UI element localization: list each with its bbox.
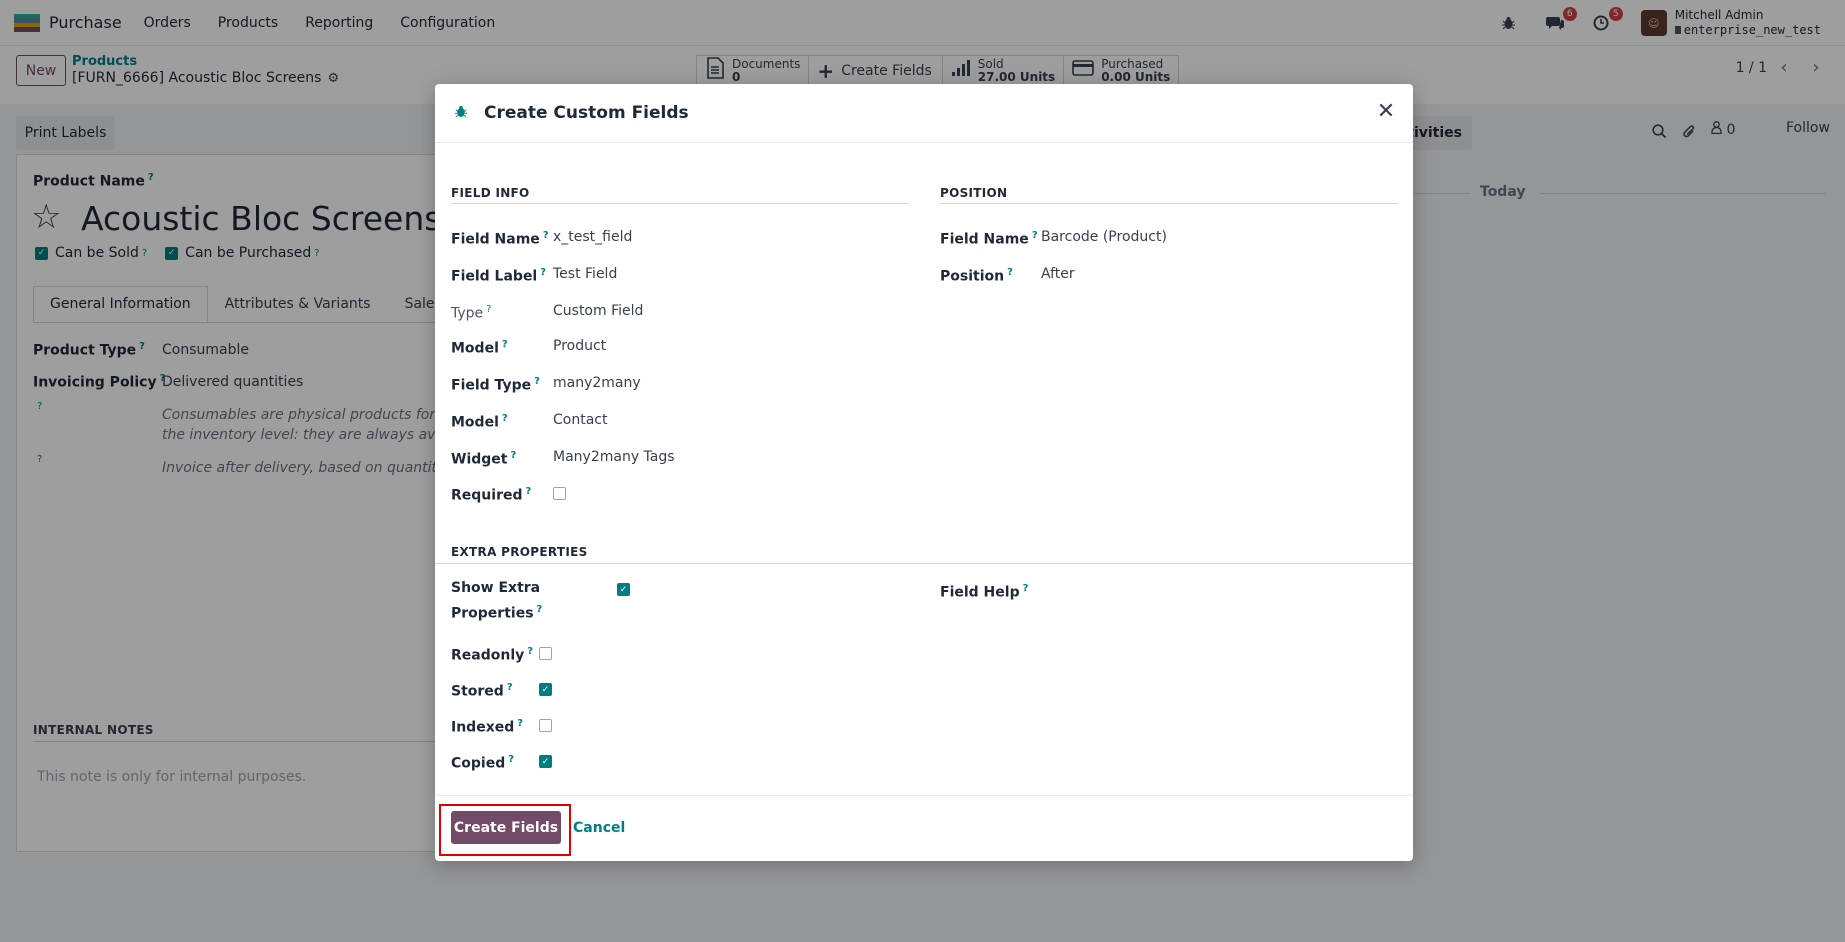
bug-icon bbox=[455, 105, 467, 122]
extra-properties-title: EXTRA PROPERTIES bbox=[451, 545, 588, 559]
required-checkbox[interactable] bbox=[553, 487, 566, 500]
show-extra-properties-label: Show Extra Properties? bbox=[451, 578, 542, 625]
help-icon[interactable]: ? bbox=[502, 413, 508, 424]
position-field-name-label-text: Field Name bbox=[940, 231, 1029, 248]
position-title: POSITION bbox=[940, 186, 1008, 200]
copied-label-text: Copied bbox=[451, 755, 506, 772]
type-value: Custom Field bbox=[553, 303, 644, 319]
field-label-label-text: Field Label bbox=[451, 268, 538, 285]
section-divider bbox=[451, 203, 909, 204]
create-fields-button[interactable]: Create Fields bbox=[451, 811, 561, 844]
field-name-label: Field Name? bbox=[451, 225, 549, 251]
close-icon[interactable]: ✕ bbox=[1373, 98, 1399, 124]
position-value[interactable]: After bbox=[1041, 266, 1075, 282]
field-type-label: Field Type? bbox=[451, 371, 540, 397]
field-help-label: Field Help? bbox=[940, 578, 1028, 604]
relation-model-label: Model? bbox=[451, 408, 508, 434]
dialog-title: Create Custom Fields bbox=[484, 103, 689, 123]
field-name-label-text: Field Name bbox=[451, 231, 540, 248]
help-icon[interactable]: ? bbox=[486, 304, 491, 315]
field-label-value[interactable]: Test Field bbox=[553, 266, 617, 282]
help-icon[interactable]: ? bbox=[540, 267, 546, 278]
relation-model-value[interactable]: Contact bbox=[553, 412, 607, 428]
position-field-name-value[interactable]: Barcode (Product) bbox=[1041, 229, 1167, 245]
create-custom-fields-dialog: Create Custom Fields ✕ FIELD INFO POSITI… bbox=[435, 84, 1413, 861]
field-info-title: FIELD INFO bbox=[451, 186, 530, 200]
field-type-label-text: Field Type bbox=[451, 377, 532, 394]
section-divider bbox=[435, 563, 1413, 564]
model-label: Model? bbox=[451, 334, 508, 360]
help-icon[interactable]: ? bbox=[543, 230, 549, 241]
widget-label: Widget? bbox=[451, 445, 516, 471]
readonly-label-text: Readonly bbox=[451, 647, 525, 664]
stored-label-text: Stored bbox=[451, 683, 504, 700]
help-icon[interactable]: ? bbox=[1023, 583, 1029, 594]
indexed-checkbox[interactable] bbox=[539, 719, 552, 732]
copied-label: Copied? bbox=[451, 749, 514, 775]
indexed-label: Indexed? bbox=[451, 713, 523, 739]
field-type-value[interactable]: many2many bbox=[553, 375, 641, 391]
position-label-text: Position bbox=[940, 268, 1005, 285]
type-label: Type? bbox=[451, 299, 491, 325]
widget-label-text: Widget bbox=[451, 451, 508, 468]
section-divider bbox=[940, 203, 1398, 204]
help-icon[interactable]: ? bbox=[534, 376, 540, 387]
position-field-name-label: Field Name? bbox=[940, 225, 1038, 251]
widget-value[interactable]: Many2many Tags bbox=[553, 449, 675, 465]
help-icon[interactable]: ? bbox=[502, 339, 508, 350]
help-icon[interactable]: ? bbox=[1032, 230, 1038, 241]
stored-label: Stored? bbox=[451, 677, 513, 703]
required-label: Required? bbox=[451, 481, 531, 507]
cancel-button[interactable]: Cancel bbox=[573, 820, 625, 836]
help-icon[interactable]: ? bbox=[517, 718, 523, 729]
help-icon[interactable]: ? bbox=[507, 682, 513, 693]
field-label-label: Field Label? bbox=[451, 262, 546, 288]
indexed-label-text: Indexed bbox=[451, 719, 515, 736]
field-help-label-text: Field Help bbox=[940, 584, 1020, 601]
required-label-text: Required bbox=[451, 487, 523, 504]
show-extra-properties-line1: Show Extra bbox=[451, 580, 541, 596]
help-icon[interactable]: ? bbox=[527, 646, 533, 657]
model-value: Product bbox=[553, 338, 607, 354]
help-icon[interactable]: ? bbox=[537, 604, 543, 615]
type-label-text: Type bbox=[451, 305, 484, 322]
stored-checkbox[interactable]: ✓ bbox=[539, 683, 552, 696]
readonly-label: Readonly? bbox=[451, 641, 533, 667]
position-label: Position? bbox=[940, 262, 1013, 288]
readonly-checkbox[interactable] bbox=[539, 647, 552, 660]
copied-checkbox[interactable]: ✓ bbox=[539, 755, 552, 768]
field-name-value[interactable]: x_test_field bbox=[553, 229, 632, 245]
help-icon[interactable]: ? bbox=[1007, 267, 1013, 278]
relation-model-label-text: Model bbox=[451, 414, 499, 431]
dialog-footer-divider bbox=[435, 795, 1413, 796]
help-icon[interactable]: ? bbox=[508, 754, 514, 765]
help-icon[interactable]: ? bbox=[510, 450, 516, 461]
dialog-header: Create Custom Fields ✕ bbox=[435, 84, 1413, 143]
model-label-text: Model bbox=[451, 340, 499, 357]
show-extra-properties-line2: Properties bbox=[451, 605, 534, 622]
help-icon[interactable]: ? bbox=[525, 486, 531, 497]
show-extra-properties-checkbox[interactable]: ✓ bbox=[617, 583, 630, 596]
